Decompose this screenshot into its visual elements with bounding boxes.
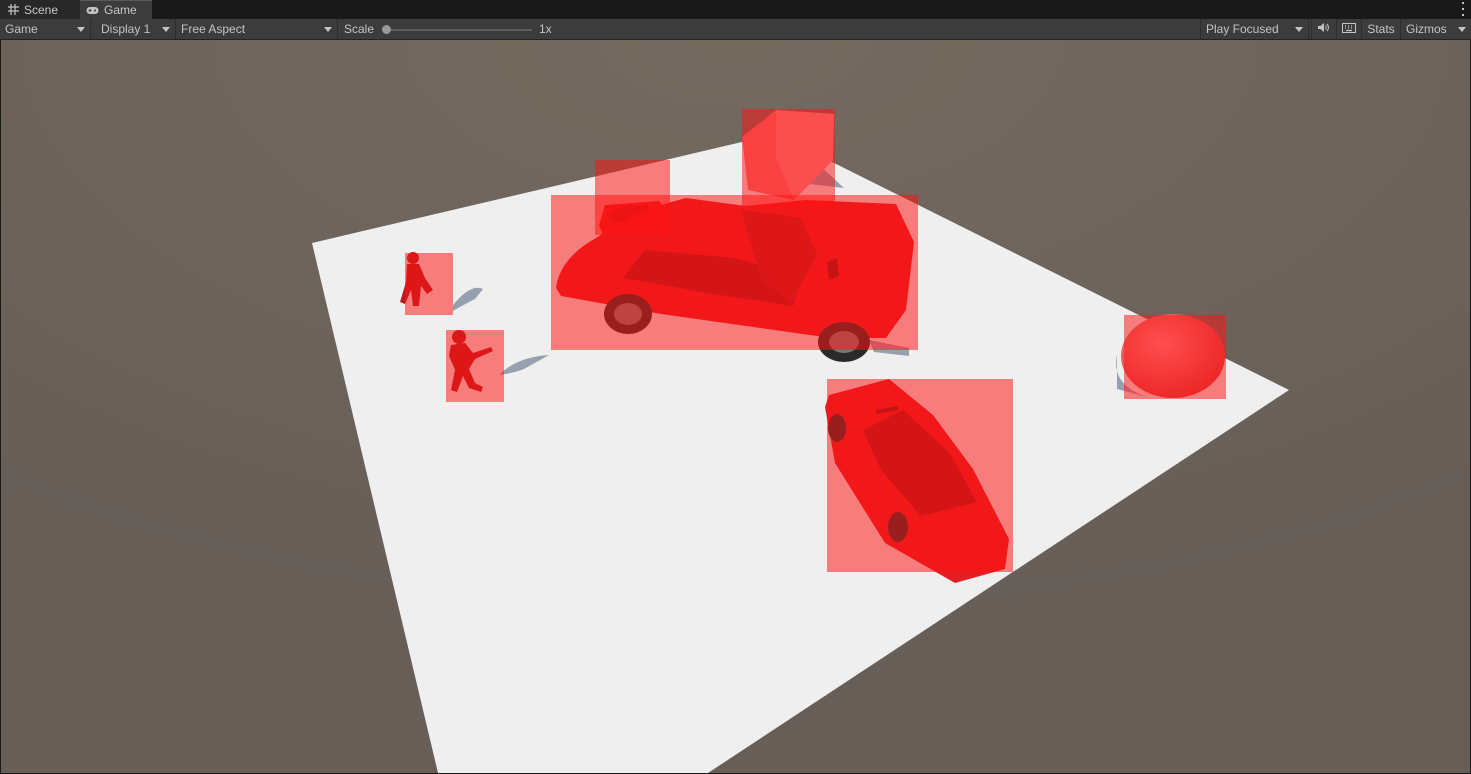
- scale-label: Scale: [344, 22, 375, 36]
- gizmos-label: Gizmos: [1406, 22, 1447, 36]
- chevron-down-icon: [162, 27, 170, 32]
- tab-bar: Scene Game: [0, 0, 1471, 19]
- chevron-down-icon: [1458, 27, 1466, 32]
- keyboard-icon: [1342, 22, 1356, 36]
- tab-scene[interactable]: Scene: [0, 0, 80, 19]
- scale-value: 1x: [539, 22, 552, 36]
- stats-label: Stats: [1367, 22, 1395, 36]
- tab-game-label: Game: [104, 3, 137, 17]
- tab-game[interactable]: Game: [80, 0, 152, 19]
- game-viewport[interactable]: [1, 40, 1470, 773]
- bbox-car-diagonal: [827, 379, 1013, 572]
- mute-audio-button[interactable]: [1311, 19, 1335, 39]
- chevron-down-icon: [1295, 27, 1303, 32]
- scale-slider-thumb[interactable]: [382, 25, 391, 34]
- bbox-cube: [742, 109, 835, 207]
- bbox-sphere: [1124, 315, 1226, 399]
- view-mode-dropdown[interactable]: Game: [0, 19, 91, 39]
- tab-scene-label: Scene: [24, 2, 59, 17]
- chevron-down-icon: [77, 27, 85, 32]
- gamepad-icon: [86, 6, 99, 15]
- display-dropdown[interactable]: Display 1: [96, 19, 176, 39]
- more-options-icon[interactable]: [1462, 2, 1465, 16]
- scene-render: [1, 40, 1470, 773]
- aspect-value: Free Aspect: [181, 22, 246, 36]
- bbox-soldier-2: [446, 330, 504, 402]
- display-value: Display 1: [101, 22, 151, 36]
- view-mode-value: Game: [5, 22, 38, 36]
- keyboard-button[interactable]: [1336, 19, 1361, 39]
- aspect-dropdown[interactable]: Free Aspect: [176, 19, 338, 39]
- stats-button[interactable]: Stats: [1361, 19, 1400, 39]
- bbox-car-large: [551, 195, 918, 350]
- bbox-soldier-1: [405, 253, 453, 315]
- chevron-down-icon: [324, 27, 332, 32]
- game-toolbar: Game Display 1 Free Aspect Scale 1x Play…: [0, 19, 1471, 40]
- gizmos-dropdown[interactable]: Gizmos: [1400, 19, 1471, 39]
- scale-slider-track[interactable]: [386, 29, 532, 31]
- play-mode-dropdown[interactable]: Play Focused: [1200, 19, 1309, 39]
- grid-icon: [8, 4, 19, 15]
- play-mode-value: Play Focused: [1206, 22, 1279, 36]
- speaker-icon: [1317, 22, 1330, 36]
